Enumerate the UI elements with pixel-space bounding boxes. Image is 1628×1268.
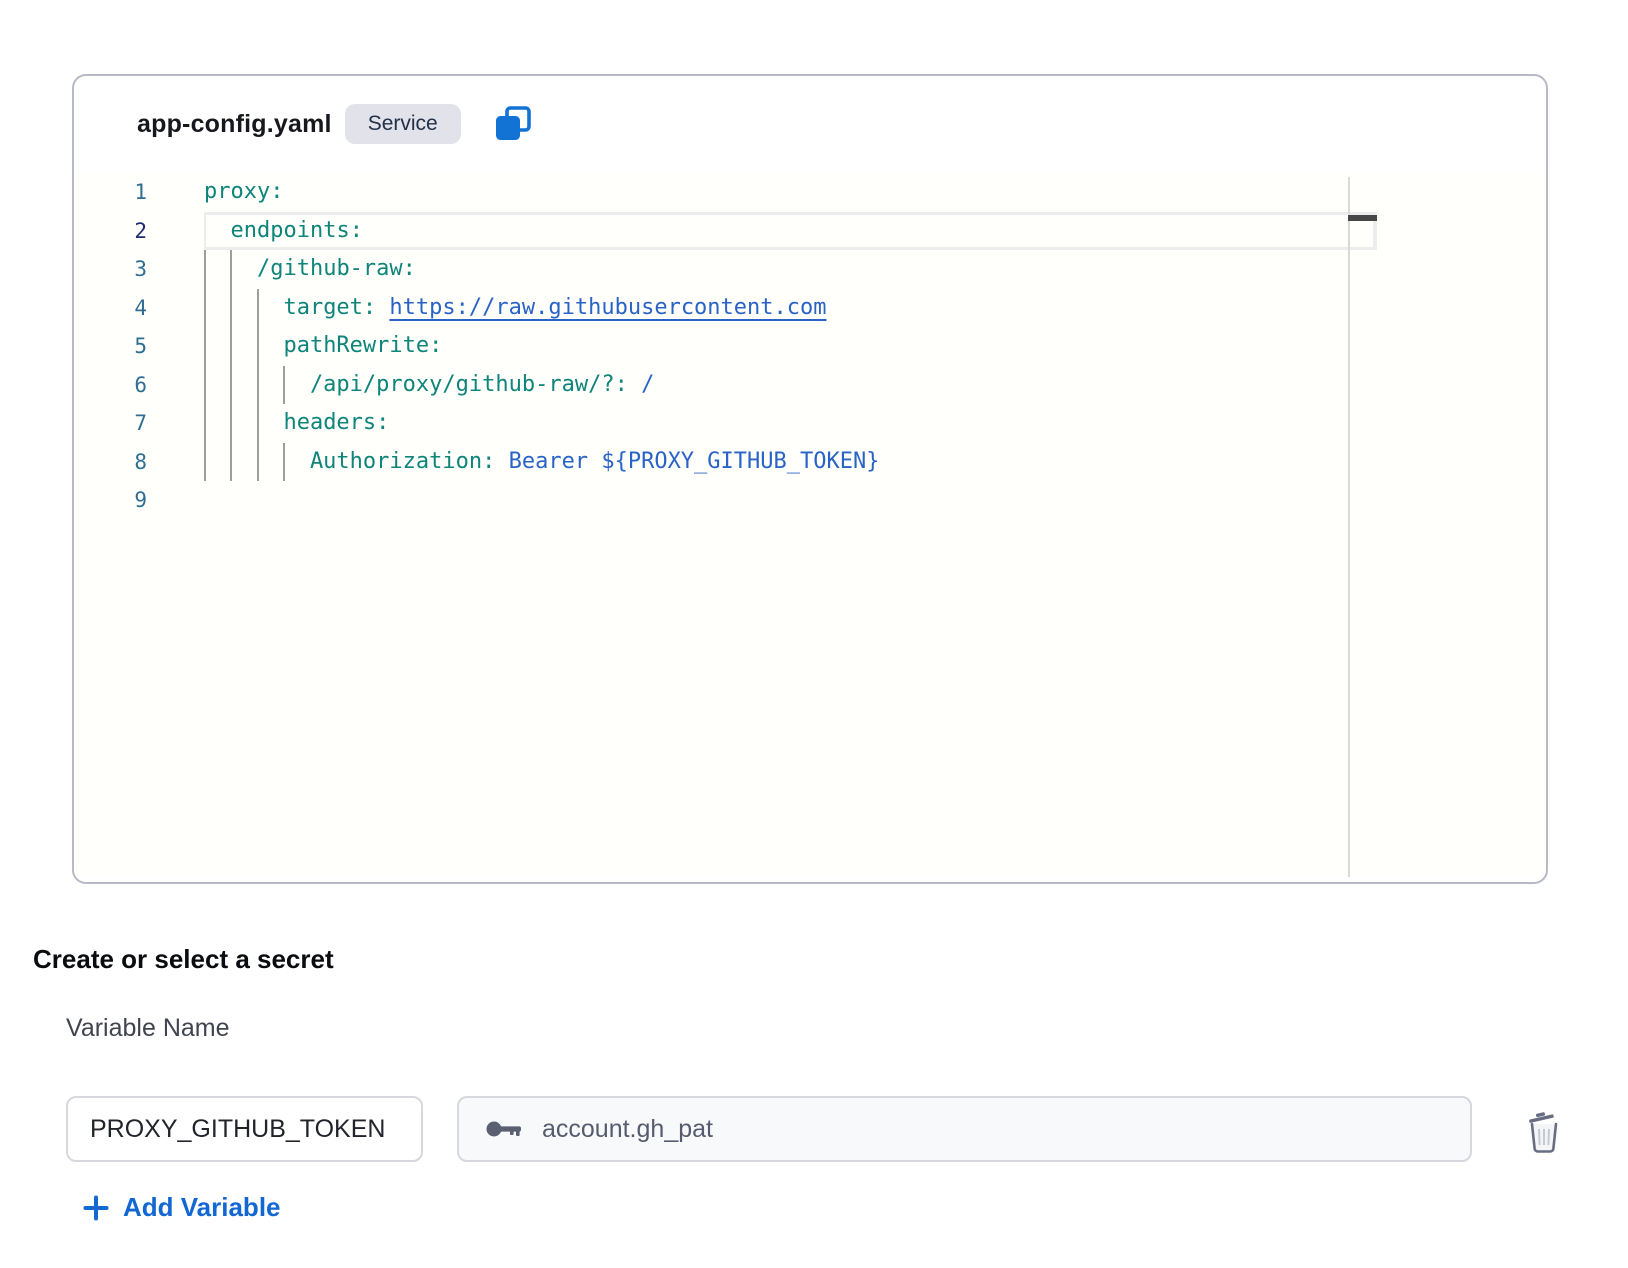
line-number: 4 [74, 289, 147, 328]
variable-name-label: Variable Name [66, 1014, 230, 1043]
code-token: Authorization: [310, 449, 495, 474]
line-number: 3 [74, 250, 147, 289]
indent-guide [230, 366, 256, 405]
code-token [376, 295, 389, 320]
code-line[interactable]: 1 proxy: [74, 173, 1546, 212]
code-token: target: [283, 295, 376, 320]
code-token: pathRewrite: [283, 333, 442, 358]
line-number: 9 [74, 481, 147, 520]
line-content: Authorization: Bearer ${PROXY_GITHUB_TOK… [147, 443, 1546, 482]
line-content: /api/proxy/github-raw/?: / [147, 366, 1546, 405]
editor-scrollbar-track [1348, 177, 1350, 877]
code-line[interactable]: 5 pathRewrite: [74, 327, 1546, 366]
indent-guide [230, 443, 256, 482]
config-file-card: app-config.yaml Service 1 proxy: 2 endpoint… [72, 74, 1548, 884]
line-content: pathRewrite: [147, 327, 1546, 366]
code-token: endpoints: [230, 218, 362, 243]
line-number: 8 [74, 443, 147, 482]
indent-guide [283, 366, 309, 405]
line-number: 1 [74, 173, 147, 212]
code-token: proxy: [204, 179, 283, 204]
variable-name-input[interactable] [66, 1096, 423, 1162]
trash-icon [1524, 1108, 1564, 1154]
line-content [147, 481, 1546, 520]
code-line[interactable]: 4target: https://raw.githubusercontent.c… [74, 289, 1546, 328]
indent-guide [283, 443, 309, 482]
code-line[interactable]: 8Authorization: Bearer ${PROXY_GITHUB_TO… [74, 443, 1546, 482]
active-line-highlight: endpoints: [204, 212, 1377, 251]
code-line[interactable]: 7 headers: [74, 404, 1546, 443]
line-content: endpoints: [147, 212, 1546, 251]
code-line[interactable]: 6/api/proxy/github-raw/?: / [74, 366, 1546, 405]
indent-guide [257, 327, 283, 366]
indent-guide [204, 404, 230, 443]
add-variable-button[interactable]: Add Variable [82, 1192, 281, 1223]
secret-section-heading: Create or select a secret [33, 944, 334, 975]
indent-guide [230, 404, 256, 443]
code-token [495, 449, 508, 474]
indent-guide [204, 443, 230, 482]
code-lines: 1proxy:2endpoints:3/github-raw:4target: … [74, 172, 1546, 520]
code-link[interactable]: https://raw.githubusercontent.com [389, 295, 826, 320]
service-badge: Service [345, 104, 461, 143]
line-content: headers: [147, 404, 1546, 443]
indent-guide [230, 327, 256, 366]
indent-guide [204, 366, 230, 405]
copy-icon [493, 105, 533, 143]
indent-guide [230, 289, 256, 328]
line-content: /github-raw: [147, 250, 1546, 289]
indent-guide [230, 250, 256, 289]
code-token [628, 372, 641, 397]
indent-guide [204, 250, 230, 289]
indent-guide [204, 289, 230, 328]
line-content: target: https://raw.githubusercontent.co… [147, 289, 1546, 328]
delete-variable-button[interactable] [1520, 1106, 1568, 1156]
line-content: proxy: [147, 173, 1546, 212]
key-icon [485, 1116, 523, 1142]
yaml-code-editor[interactable]: 1proxy:2endpoints:3/github-raw:4target: … [74, 172, 1546, 877]
indent-guide [257, 366, 283, 405]
plus-icon [82, 1194, 110, 1222]
code-token: headers: [283, 410, 389, 435]
add-variable-label: Add Variable [123, 1192, 281, 1223]
page: app-config.yaml Service 1 proxy: 2 endpoint… [0, 0, 1628, 1268]
file-title: app-config.yaml [137, 110, 332, 139]
code-token: /api/proxy/github-raw/?: [310, 372, 628, 397]
secret-select[interactable]: account.gh_pat [457, 1096, 1472, 1162]
copy-button[interactable] [493, 105, 533, 143]
indent-guide [204, 327, 230, 366]
secret-select-value: account.gh_pat [542, 1115, 713, 1144]
code-token: / [641, 372, 654, 397]
indent-guide [257, 404, 283, 443]
indent-guide [257, 289, 283, 328]
indent-guide [257, 443, 283, 482]
editor-cursor-marker [1348, 215, 1377, 221]
code-token: /github-raw: [257, 256, 416, 281]
line-number: 5 [74, 327, 147, 366]
line-number: 7 [74, 404, 147, 443]
code-line[interactable]: 2 endpoints: [74, 212, 1546, 251]
line-number: 6 [74, 366, 147, 405]
code-token: Bearer ${PROXY_GITHUB_TOKEN} [509, 449, 880, 474]
card-header: app-config.yaml Service [74, 76, 1546, 172]
code-line[interactable]: 3/github-raw: [74, 250, 1546, 289]
line-number: 2 [74, 212, 147, 251]
code-line[interactable]: 9 [74, 481, 1546, 520]
